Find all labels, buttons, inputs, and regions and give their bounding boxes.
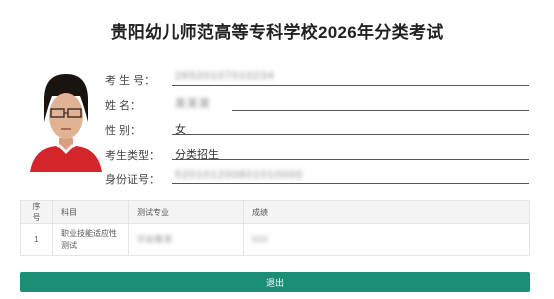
label-gender: 性 别：: [105, 125, 142, 137]
cell-subject: 职业技能适应性测试: [52, 223, 129, 256]
underline-gender: [172, 134, 529, 135]
table-row: 1 职业技能适应性测试 学前教育 000: [20, 223, 530, 256]
value-exam-number: 26520107010234: [175, 70, 275, 82]
header-index: 序号: [20, 200, 53, 224]
value-id-number: 520101200801010000: [175, 169, 304, 181]
header-score: 成绩: [243, 200, 530, 224]
score-table: 序号 科目 测试专业 成绩 1 职业技能适应性测试 学前教育 000: [20, 200, 530, 256]
label-candidate-type: 考生类型：: [105, 150, 160, 162]
underline-exam-number: [172, 85, 529, 86]
label-exam-number: 考 生 号：: [105, 75, 156, 87]
cell-score: 000: [252, 234, 269, 244]
header-subject: 科目: [52, 200, 129, 224]
page-title: 贵阳幼儿师范高等专科学校2026年分类考试: [110, 23, 444, 42]
underline-id-number: [172, 183, 529, 184]
candidate-photo: [26, 66, 106, 172]
underline-candidate-type: [172, 159, 529, 160]
value-name: 某某某: [175, 98, 211, 110]
underline-name: [232, 110, 529, 111]
header-major: 测试专业: [128, 200, 244, 224]
cell-index: 1: [20, 223, 53, 256]
table-header-row: 序号 科目 测试专业 成绩: [20, 200, 530, 224]
exit-button[interactable]: 退出: [20, 272, 530, 292]
cell-major: 学前教育: [137, 234, 173, 244]
label-id-number: 身份证号：: [105, 174, 160, 186]
label-name: 姓 名：: [105, 100, 142, 112]
